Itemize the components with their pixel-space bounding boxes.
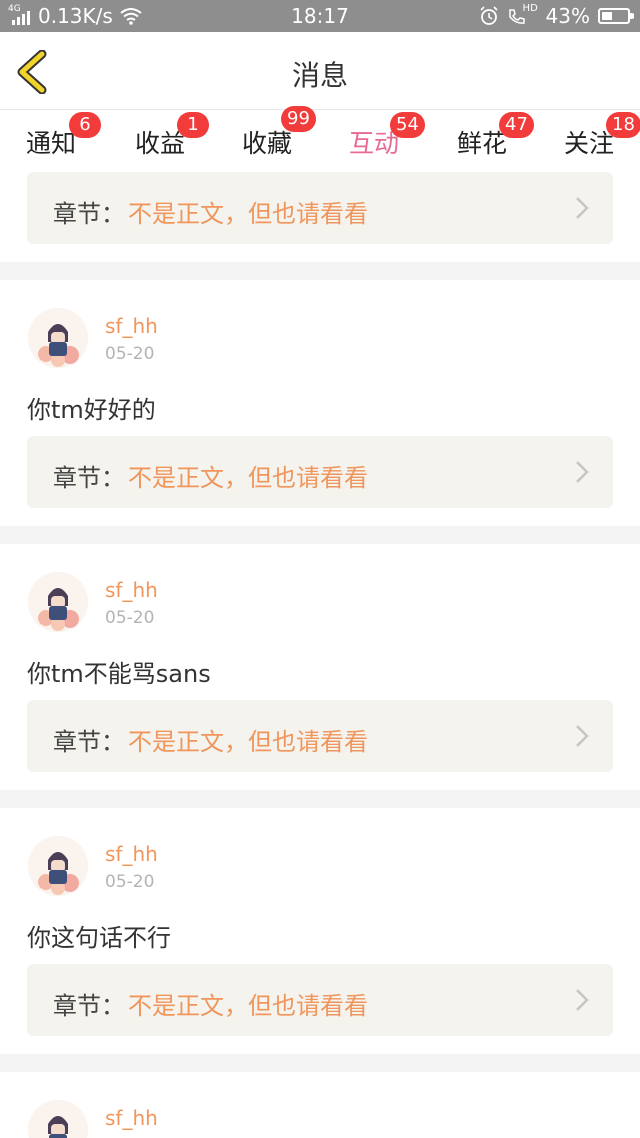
avatar-image — [28, 836, 88, 896]
battery-fill — [602, 12, 612, 20]
username[interactable]: sf_hh — [105, 314, 158, 338]
message-list[interactable]: 章节： 不是正文，但也请看看 sf_hh 05-20 你tm好好的 章节： 不是 — [0, 170, 640, 1138]
status-bar: 4G 0.13K/s 18:17 HD 43% — [0, 0, 640, 32]
avatar-image — [28, 1100, 88, 1138]
earnings-badge: 1 — [177, 112, 209, 138]
comment-text: 你这句话不行 — [27, 924, 171, 952]
list-item: sf_hh 05-20 你这句话不行 章节： 不是正文，但也请看看 — [0, 808, 640, 1054]
tab-favorites[interactable]: 收藏 99 — [241, 106, 316, 164]
avatar-image — [28, 308, 88, 368]
tab-label: 收藏 — [241, 129, 292, 158]
chapter-label: 章节： — [53, 464, 125, 492]
comment-text: 你tm好好的 — [27, 396, 156, 424]
chevron-right-icon — [576, 989, 589, 1011]
chapter-label: 章节： — [53, 728, 125, 756]
avatar[interactable] — [28, 836, 88, 896]
battery-icon — [598, 8, 634, 24]
avatar[interactable] — [28, 1100, 88, 1138]
list-item: sf_hh 05-20 你tm好好的 章节： 不是正文，但也请看看 — [0, 280, 640, 526]
chapter-label: 章节： — [53, 200, 125, 228]
avatar[interactable] — [28, 308, 88, 368]
chapter-title: 不是正文，但也请看看 — [128, 992, 368, 1020]
tab-following[interactable]: 关注 18 — [563, 112, 640, 164]
hd-label: HD — [522, 3, 538, 14]
chapter-label: 章节： — [53, 992, 125, 1020]
tab-label: 通知 — [25, 129, 76, 158]
list-item: 章节： 不是正文，但也请看看 — [0, 170, 640, 262]
chapter-link[interactable]: 章节： 不是正文，但也请看看 — [27, 436, 613, 508]
tab-earnings[interactable]: 收益 1 — [134, 112, 209, 164]
tab-label: 互动 — [348, 129, 399, 158]
favorites-badge: 99 — [281, 106, 316, 132]
tab-bar: 通知 6 收益 1 收藏 99 互动 54 鲜花 47 关注 18 — [0, 106, 640, 174]
tab-label: 收益 — [134, 129, 185, 158]
tab-label: 鲜花 — [456, 129, 507, 158]
following-badge: 18 — [606, 112, 640, 138]
flowers-badge: 47 — [499, 112, 534, 138]
username[interactable]: sf_hh — [105, 842, 158, 866]
tab-flowers[interactable]: 鲜花 47 — [456, 112, 534, 164]
chevron-right-icon — [576, 461, 589, 483]
username[interactable]: sf_hh — [105, 1106, 158, 1130]
chapter-link[interactable]: 章节： 不是正文，但也请看看 — [27, 964, 613, 1036]
timestamp: 05-20 — [105, 608, 155, 628]
tab-label: 关注 — [563, 129, 614, 158]
chapter-title: 不是正文，但也请看看 — [128, 200, 368, 228]
avatar-image — [28, 572, 88, 632]
username[interactable]: sf_hh — [105, 578, 158, 602]
hd-call-icon: HD — [506, 3, 540, 27]
notification-badge: 6 — [69, 112, 101, 138]
tab-interactions[interactable]: 互动 54 — [348, 112, 425, 174]
timestamp: 05-20 — [105, 872, 155, 892]
alarm-icon — [479, 6, 498, 25]
battery-percent: 43% — [545, 4, 590, 28]
tab-notifications[interactable]: 通知 6 — [25, 112, 101, 164]
chevron-right-icon — [576, 197, 589, 219]
header: 消息 — [0, 32, 640, 110]
chapter-title: 不是正文，但也请看看 — [128, 728, 368, 756]
avatar[interactable] — [28, 572, 88, 632]
list-item: sf_hh 05-20 你tm不能骂sans 章节： 不是正文，但也请看看 — [0, 544, 640, 790]
interactions-badge: 54 — [390, 112, 425, 138]
page-title: 消息 — [291, 59, 348, 92]
chapter-link[interactable]: 章节： 不是正文，但也请看看 — [27, 172, 613, 244]
timestamp: 05-20 — [105, 344, 155, 364]
chevron-right-icon — [576, 725, 589, 747]
chapter-title: 不是正文，但也请看看 — [128, 464, 368, 492]
chapter-link[interactable]: 章节： 不是正文，但也请看看 — [27, 700, 613, 772]
status-right: HD 43% — [478, 3, 634, 28]
comment-text: 你tm不能骂sans — [27, 660, 211, 688]
list-item: sf_hh — [0, 1072, 640, 1138]
